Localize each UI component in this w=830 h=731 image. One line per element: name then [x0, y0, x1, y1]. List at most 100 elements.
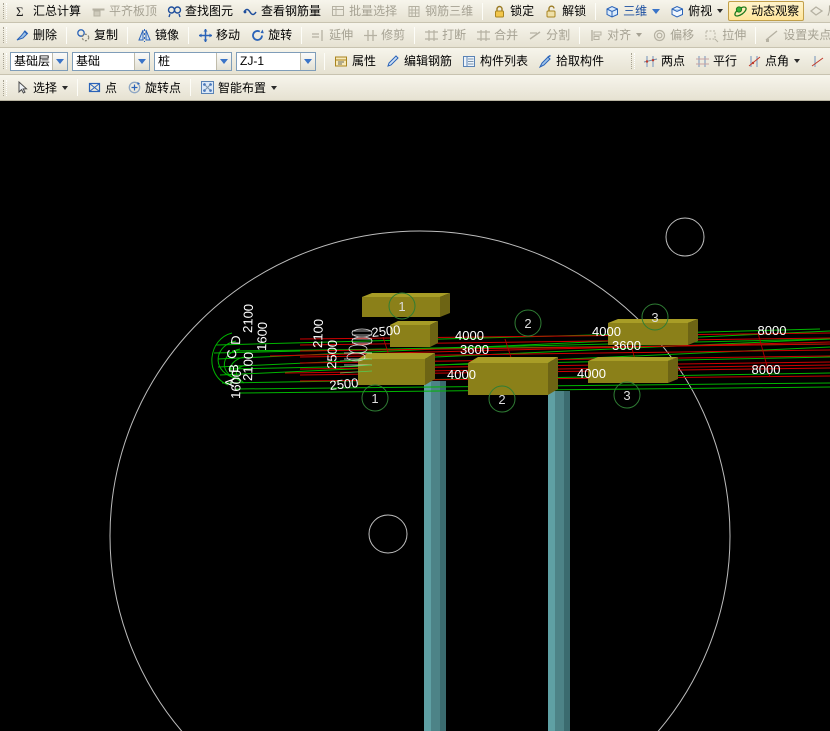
- cap-top[interactable]: [362, 293, 450, 317]
- lock-button[interactable]: 锁定: [487, 1, 539, 21]
- grid-letter: A: [222, 378, 237, 388]
- batch-select-button[interactable]: 批量选择: [326, 1, 402, 21]
- smart-layout-label: 智能布置: [218, 82, 266, 94]
- view-rebar-qty-icon: [243, 4, 258, 19]
- mirror-button[interactable]: 镜像: [132, 25, 184, 45]
- break-icon: [424, 28, 439, 43]
- dimension-text: 2500: [329, 375, 359, 393]
- edit-rebar-button[interactable]: 编辑钢筋: [381, 51, 457, 71]
- floor-select[interactable]: 基础层: [10, 52, 68, 71]
- orbit-icon: [733, 4, 748, 19]
- two-point-button[interactable]: 两点: [638, 51, 690, 71]
- dynamic-observe-button[interactable]: 动态观察: [728, 1, 804, 21]
- rebar-3d-icon: [407, 4, 422, 19]
- component-type-select[interactable]: 桩: [154, 52, 232, 71]
- move-label: 移动: [216, 29, 240, 41]
- component-list-button[interactable]: 构件列表: [457, 51, 533, 71]
- rotate-icon: [250, 28, 265, 43]
- component-list-icon: [462, 54, 477, 69]
- grid-letter: B: [226, 364, 241, 373]
- smart-layout-button[interactable]: 智能布置: [195, 78, 282, 98]
- pick-component-button[interactable]: 拾取构件: [533, 51, 609, 71]
- stretch-label: 拉伸: [722, 29, 746, 41]
- copy-button[interactable]: 复制: [71, 25, 123, 45]
- chevron-down-icon[interactable]: [271, 86, 277, 90]
- toolbar-grip[interactable]: [631, 53, 635, 69]
- dimension-text: 2500: [371, 322, 401, 340]
- chevron-down-icon[interactable]: [794, 59, 800, 63]
- align-slab-top-button[interactable]: 平齐板顶: [86, 1, 162, 21]
- component-type-select-arrow[interactable]: [216, 53, 231, 70]
- rotate-point-button[interactable]: 旋转点: [122, 78, 186, 98]
- cap-1[interactable]: [358, 353, 435, 385]
- merge-button[interactable]: 合并: [471, 25, 523, 45]
- split-button[interactable]: 分割: [523, 25, 575, 45]
- floor-select-arrow[interactable]: [52, 53, 67, 70]
- dimension-text: 2100: [310, 319, 326, 348]
- local-view-button[interactable]: 局部: [804, 1, 830, 21]
- chevron-down-icon[interactable]: [636, 33, 642, 37]
- rebar-3d-button[interactable]: 钢筋三维: [402, 1, 478, 21]
- toolbar-separator: [579, 27, 580, 44]
- point-angle-button[interactable]: 点角: [742, 51, 805, 71]
- chevron-down-icon[interactable]: [62, 86, 68, 90]
- cap-2[interactable]: [468, 357, 558, 395]
- dimension-text: 8000: [752, 362, 781, 377]
- top-view-button[interactable]: 俯视: [665, 1, 728, 21]
- cursor-icon: [15, 80, 30, 95]
- sigma-icon: Σ: [15, 4, 30, 19]
- axis-bubble-label: 3: [651, 310, 658, 325]
- stretch-button[interactable]: 拉伸: [699, 25, 751, 45]
- toolbar-grip[interactable]: [3, 80, 7, 96]
- delete-button[interactable]: 删除: [10, 25, 62, 45]
- extra-tool-button[interactable]: [805, 51, 830, 71]
- axis-bubble-label: 2: [498, 392, 505, 407]
- toolbar-row-4: 选择 点 旋转点 智能布置: [0, 75, 830, 101]
- cube-top-icon: [670, 4, 685, 19]
- set-grip-icon: [765, 28, 780, 43]
- toolbar-grip[interactable]: [3, 53, 7, 69]
- pile-1[interactable]: [424, 381, 446, 731]
- chevron-down-icon[interactable]: [652, 9, 660, 14]
- select-button[interactable]: 选择: [10, 78, 73, 98]
- parallel-button[interactable]: 平行: [690, 51, 742, 71]
- toolbar-grip[interactable]: [3, 27, 7, 43]
- view-3d-label: 三维: [623, 5, 647, 17]
- category-select[interactable]: 基础: [72, 52, 150, 71]
- set-grip-button[interactable]: 设置夹点: [760, 25, 830, 45]
- summary-calc-button[interactable]: Σ 汇总计算: [10, 1, 86, 21]
- properties-button[interactable]: 属性: [329, 51, 381, 71]
- smart-layout-icon: [200, 80, 215, 95]
- category-select-arrow[interactable]: [134, 53, 149, 70]
- pile-2[interactable]: [548, 391, 570, 731]
- toolbar-row-3: 基础层 基础 桩 ZJ-1 属性 编辑钢筋 构件列表: [0, 48, 830, 75]
- 3d-viewport[interactable]: .dimtxt { font-family:"Liberation Sans",…: [0, 101, 830, 731]
- trim-button[interactable]: 修剪: [358, 25, 410, 45]
- rotate-button[interactable]: 旋转: [245, 25, 297, 45]
- chevron-down-icon[interactable]: [717, 9, 723, 13]
- point-angle-label: 点角: [765, 55, 789, 67]
- component-name-select-arrow[interactable]: [300, 53, 315, 70]
- grid-letter: C: [224, 349, 239, 359]
- move-button[interactable]: 移动: [193, 25, 245, 45]
- set-grip-label: 设置夹点: [783, 29, 830, 41]
- toolbar-grip[interactable]: [3, 3, 7, 19]
- unlock-button[interactable]: 解锁: [539, 1, 591, 21]
- rotate-point-icon: [127, 80, 142, 95]
- find-element-button[interactable]: 查找图元: [162, 1, 238, 21]
- align-slab-top-icon: [91, 4, 106, 19]
- break-button[interactable]: 打断: [419, 25, 471, 45]
- view-3d-button[interactable]: 三维: [600, 1, 665, 21]
- toolbar-row-2: 删除 复制 镜像 移动 旋转 延伸 修剪: [0, 23, 830, 48]
- rebar-3d-label: 钢筋三维: [425, 5, 473, 17]
- 3d-scene[interactable]: .dimtxt { font-family:"Liberation Sans",…: [0, 101, 830, 731]
- align-button[interactable]: 对齐: [584, 25, 647, 45]
- extend-button[interactable]: 延伸: [306, 25, 358, 45]
- point-button[interactable]: 点: [82, 78, 122, 98]
- view-rebar-quantity-button[interactable]: 查看钢筋量: [238, 1, 326, 21]
- offset-label: 偏移: [670, 29, 694, 41]
- offset-button[interactable]: 偏移: [647, 25, 699, 45]
- toolbar-separator: [127, 27, 128, 44]
- unlock-label: 解锁: [562, 5, 586, 17]
- component-name-select[interactable]: ZJ-1: [236, 52, 316, 71]
